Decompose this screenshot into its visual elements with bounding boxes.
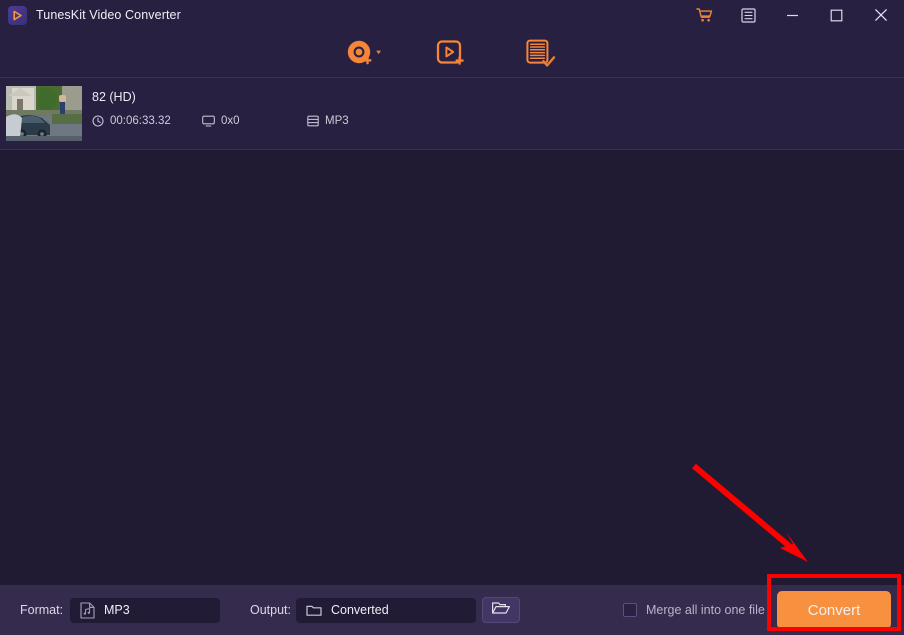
file-list: 82 (HD) 00:06:33.32 0x0 MP3 [0, 78, 904, 218]
file-format-icon [307, 115, 319, 127]
music-file-icon [80, 601, 95, 619]
open-folder-button[interactable] [482, 597, 520, 623]
merge-all-checkbox-group[interactable]: Merge all into one file [623, 603, 765, 617]
merge-all-label: Merge all into one file [646, 603, 765, 617]
folder-icon [306, 603, 322, 617]
file-metadata: 82 (HD) 00:06:33.32 0x0 MP3 [92, 89, 472, 127]
menu-icon[interactable] [726, 0, 770, 30]
file-format-value: MP3 [325, 115, 349, 127]
file-name: 82 (HD) [92, 90, 136, 104]
video-thumbnail [6, 86, 82, 141]
window-title: TunesKit Video Converter [36, 8, 181, 22]
content-area [0, 150, 904, 585]
select-all-files-icon[interactable] [518, 34, 562, 74]
open-folder-icon [491, 600, 511, 621]
file-resolution-value: 0x0 [221, 115, 240, 127]
file-list-row[interactable]: 82 (HD) 00:06:33.32 0x0 MP3 [0, 78, 904, 149]
output-path-field[interactable]: Converted [296, 597, 476, 623]
file-duration: 00:06:33.32 [92, 115, 202, 127]
merge-all-checkbox[interactable] [623, 603, 637, 617]
convert-button[interactable]: Convert [777, 591, 891, 629]
bottom-bar: Format: MP3 Output: Converted Merge all … [0, 585, 904, 635]
cart-icon[interactable] [682, 0, 726, 30]
file-properties: 00:06:33.32 0x0 MP3 [92, 115, 472, 127]
add-dvd-icon[interactable] [342, 34, 386, 74]
file-duration-value: 00:06:33.32 [110, 115, 171, 127]
minimize-icon[interactable] [770, 0, 814, 30]
file-format: MP3 [307, 115, 349, 127]
format-label: Format: [20, 603, 64, 617]
close-icon[interactable] [858, 0, 904, 30]
main-toolbar [0, 30, 904, 78]
output-label: Output: [250, 603, 291, 617]
add-video-file-icon[interactable] [430, 34, 474, 74]
format-field[interactable]: MP3 [70, 597, 220, 623]
output-path-value: Converted [331, 603, 389, 617]
title-bar: TunesKit Video Converter [0, 0, 904, 30]
monitor-icon [202, 115, 215, 127]
file-resolution: 0x0 [202, 115, 307, 127]
maximize-icon[interactable] [814, 0, 858, 30]
clock-icon [92, 115, 104, 127]
format-value: MP3 [104, 603, 130, 617]
play-logo-icon [8, 5, 27, 25]
app-window: TunesKit Video Converter 82 (HD) 00:06:3… [0, 0, 904, 635]
